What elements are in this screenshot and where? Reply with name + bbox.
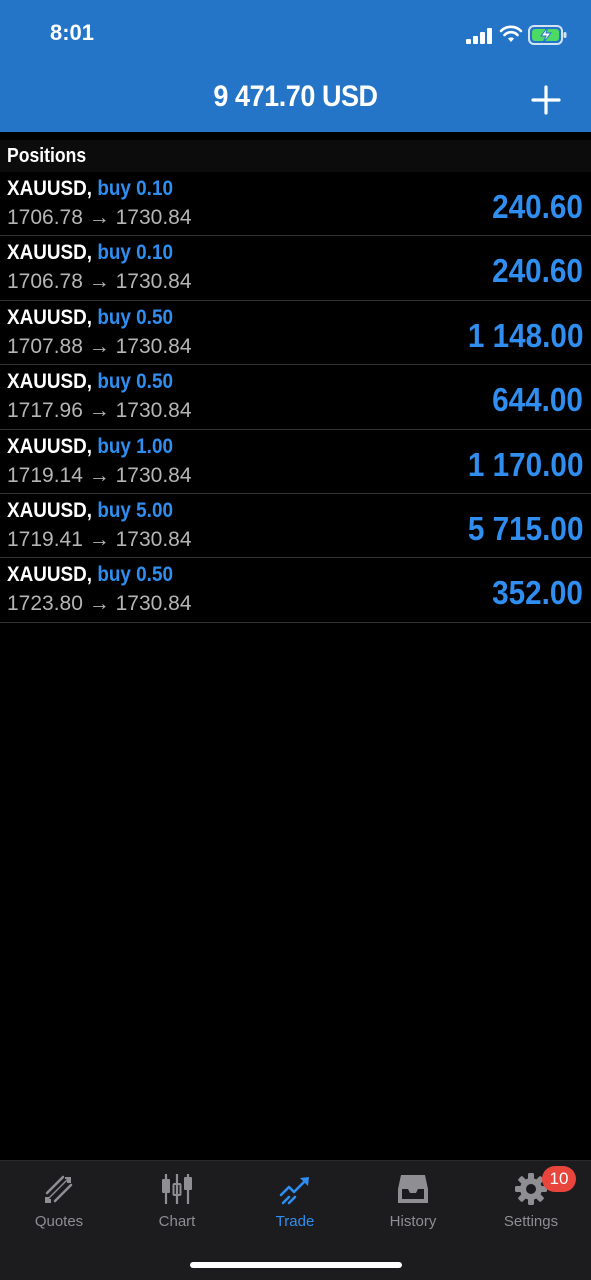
position-row[interactable]: XAUUSD, buy 0.10 1706.78 → 1730.84 240.6… xyxy=(0,172,591,237)
tab-label: Chart xyxy=(158,1213,196,1230)
position-row[interactable]: XAUUSD, buy 0.50 1707.88 → 1730.84 1 148… xyxy=(0,300,591,366)
position-row[interactable]: XAUUSD, buy 1.00 1719.14 → 1730.84 1 170… xyxy=(0,429,591,494)
current-price: 1730.84 xyxy=(115,206,192,229)
position-profit: 352.00 xyxy=(492,574,583,612)
home-indicator xyxy=(190,1262,402,1268)
position-symbol: XAUUSD, xyxy=(7,177,93,200)
tab-label: Trade xyxy=(275,1213,315,1230)
position-symbol: XAUUSD, xyxy=(7,305,93,329)
position-profit: 1 148.00 xyxy=(467,316,583,354)
add-order-button[interactable] xyxy=(528,82,564,118)
chart-icon xyxy=(162,1174,192,1204)
tab-quotes[interactable]: Quotes xyxy=(0,1161,118,1251)
position-profit: 5 715.00 xyxy=(467,509,583,547)
position-side: buy 0.50 xyxy=(97,563,173,587)
section-title: Positions xyxy=(7,145,87,167)
open-price: 1719.14 xyxy=(7,463,83,487)
position-profit: 644.00 xyxy=(492,381,583,419)
tab-trade[interactable]: Trade xyxy=(236,1161,354,1251)
position-profit: 1 170.00 xyxy=(467,445,583,483)
position-row[interactable]: XAUUSD, buy 5.00 1719.41 → 1730.84 5 715… xyxy=(0,493,591,559)
open-price: 1707.88 xyxy=(7,334,83,358)
battery-charging-icon xyxy=(528,25,567,45)
position-row[interactable]: XAUUSD, buy 0.50 1723.80 → 1730.84 352.0… xyxy=(0,558,591,623)
status-time: 8:01 xyxy=(50,20,95,45)
tab-chart[interactable]: Chart xyxy=(118,1161,236,1251)
position-side: buy 0.50 xyxy=(97,305,173,329)
positions-list: XAUUSD, buy 0.10 1706.78 → 1730.84 240.6… xyxy=(0,172,591,623)
arrow-icon: → xyxy=(88,399,110,423)
arrow-icon: → xyxy=(88,270,110,294)
current-price: 1730.84 xyxy=(115,527,192,551)
current-price: 1730.84 xyxy=(115,270,192,294)
tab-label: Quotes xyxy=(34,1213,84,1230)
arrow-icon: → xyxy=(88,463,110,487)
open-price: 1723.80 xyxy=(7,592,83,616)
position-row[interactable]: XAUUSD, buy 0.50 1717.96 → 1730.84 644.0… xyxy=(0,365,591,430)
arrow-icon: → xyxy=(88,592,110,616)
open-price: 1706.78 xyxy=(7,270,83,294)
position-side: buy 0.10 xyxy=(97,177,173,200)
position-symbol: XAUUSD, xyxy=(7,563,93,587)
position-profit: 240.60 xyxy=(492,188,583,225)
quotes-icon xyxy=(45,1175,73,1203)
current-price: 1730.84 xyxy=(115,399,192,423)
position-side: buy 5.00 xyxy=(97,498,173,522)
position-row[interactable]: XAUUSD, buy 0.10 1706.78 → 1730.84 240.6… xyxy=(0,236,591,301)
tab-label: Settings xyxy=(503,1213,559,1230)
open-price: 1706.78 xyxy=(7,206,83,229)
history-icon xyxy=(398,1175,428,1203)
position-side: buy 1.00 xyxy=(97,434,173,458)
position-profit: 240.60 xyxy=(492,252,583,290)
position-symbol: XAUUSD, xyxy=(7,498,93,522)
settings-badge: 10 xyxy=(542,1166,576,1192)
position-symbol: XAUUSD, xyxy=(7,434,93,458)
positions-section-header: Positions xyxy=(0,140,591,172)
position-symbol: XAUUSD, xyxy=(7,370,93,394)
tab-label: History xyxy=(389,1213,437,1230)
app-header: 8:01 9 471.70 USD xyxy=(0,0,591,132)
current-price: 1730.84 xyxy=(115,334,192,358)
cellular-signal-icon xyxy=(466,28,492,44)
wifi-icon xyxy=(499,25,523,42)
current-price: 1730.84 xyxy=(115,463,192,487)
current-price: 1730.84 xyxy=(115,592,192,616)
tab-history[interactable]: History xyxy=(354,1161,472,1251)
open-price: 1717.96 xyxy=(7,399,83,423)
open-price: 1719.41 xyxy=(7,527,83,551)
arrow-icon: → xyxy=(88,206,110,229)
trade-icon xyxy=(279,1177,309,1205)
account-balance: 9 471.70 USD xyxy=(213,80,378,113)
position-side: buy 0.10 xyxy=(97,241,173,265)
position-side: buy 0.50 xyxy=(97,370,173,394)
arrow-icon: → xyxy=(88,527,110,551)
position-symbol: XAUUSD, xyxy=(7,241,93,265)
arrow-icon: → xyxy=(88,334,110,358)
